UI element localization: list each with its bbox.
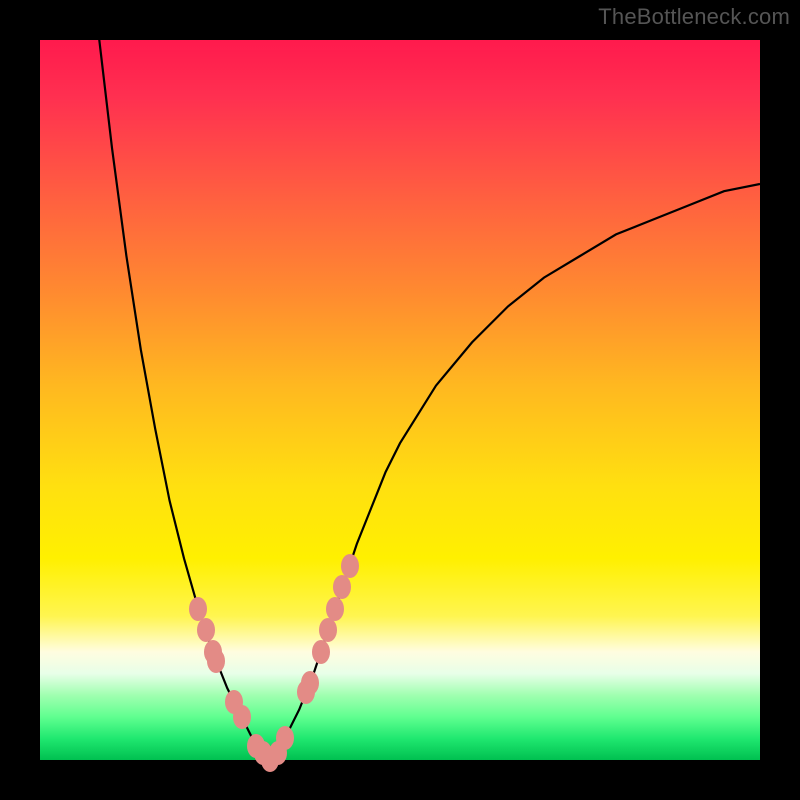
curve-marker-dot [326,597,344,621]
plot-gradient-area [40,40,760,760]
chart-frame: TheBottleneck.com [0,0,800,800]
curve-marker-dot [276,726,294,750]
curve-marker-dot [207,649,225,673]
watermark-text: TheBottleneck.com [598,4,790,30]
curve-marker-dot [312,640,330,664]
curve-marker-dot [197,618,215,642]
curve-marker-dot [319,618,337,642]
curve-marker-dot [301,671,319,695]
curve-marker-dot [233,705,251,729]
curve-marker-dot [341,554,359,578]
curve-marker-dot [189,597,207,621]
curve-marker-dot [333,575,351,599]
